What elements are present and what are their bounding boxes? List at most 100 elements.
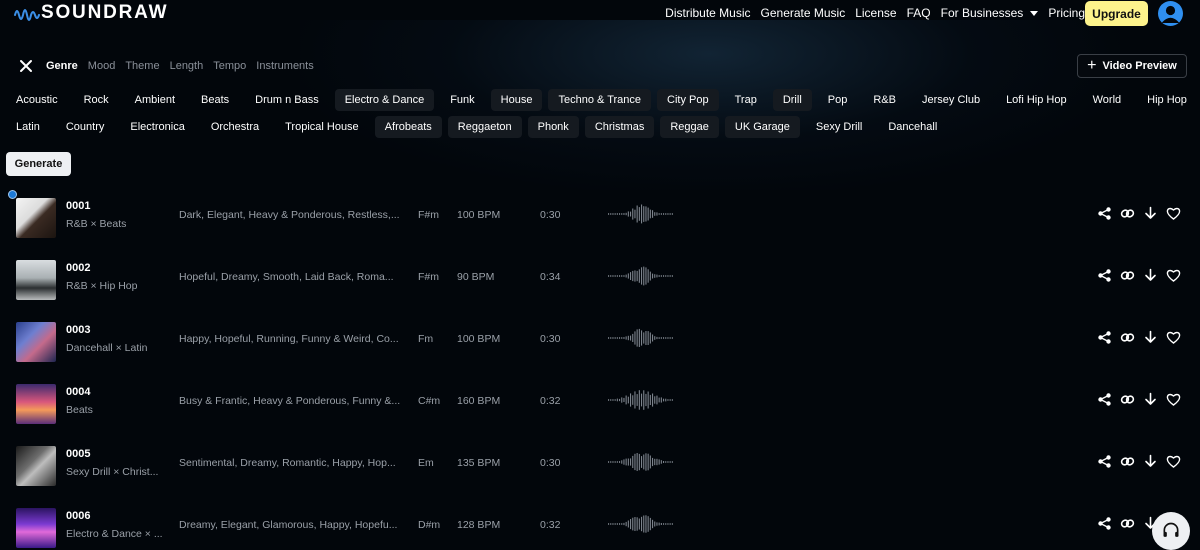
share-icon[interactable]: [1096, 391, 1113, 408]
link-icon[interactable]: [1119, 515, 1136, 532]
genre-chip[interactable]: Country: [56, 116, 115, 138]
genre-chip[interactable]: Sexy Drill: [806, 116, 872, 138]
genre-chip[interactable]: Rock: [74, 89, 119, 111]
genre-chip[interactable]: Reggae: [660, 116, 719, 138]
download-icon[interactable]: [1142, 205, 1159, 222]
track-waveform[interactable]: [607, 451, 677, 473]
track-waveform[interactable]: [607, 513, 677, 535]
video-preview-button[interactable]: + Video Preview: [1077, 54, 1187, 78]
genre-chip[interactable]: Acoustic: [6, 89, 68, 111]
genre-chip-row-2: Latin Country Electronica Orchestra Tropical…: [6, 116, 947, 138]
track-number[interactable]: 0005: [66, 448, 90, 460]
track-artwork[interactable]: [16, 260, 56, 300]
genre-chip[interactable]: UK Garage: [724, 116, 800, 138]
genre-chip[interactable]: Lofi Hip Hop: [996, 89, 1077, 111]
download-icon[interactable]: [1142, 453, 1159, 470]
tab-theme[interactable]: Theme: [125, 60, 159, 72]
genre-chip[interactable]: Trap: [725, 89, 767, 111]
genre-chip[interactable]: Dancehall: [878, 116, 947, 138]
link-icon[interactable]: [1119, 391, 1136, 408]
genre-chip[interactable]: Drum n Bass: [245, 89, 329, 111]
genre-chip[interactable]: Christmas: [584, 116, 655, 138]
track-row[interactable]: 0006 Electro & Dance × ... Dreamy, Elega…: [0, 508, 1200, 550]
heart-icon[interactable]: [1165, 329, 1182, 346]
link-icon[interactable]: [1119, 453, 1136, 470]
genre-chip[interactable]: Pop: [818, 89, 858, 111]
track-artwork[interactable]: [16, 198, 56, 238]
link-icon[interactable]: [1119, 329, 1136, 346]
track-artwork[interactable]: [16, 508, 56, 548]
track-row[interactable]: 0003 Dancehall × Latin Happy, Hopeful, R…: [0, 322, 1200, 384]
track-number[interactable]: 0006: [66, 510, 90, 522]
tab-mood[interactable]: Mood: [88, 60, 116, 72]
tab-instruments[interactable]: Instruments: [256, 60, 313, 72]
track-artwork[interactable]: [16, 322, 56, 362]
track-waveform[interactable]: [607, 327, 677, 349]
track-bpm: 100 BPM: [457, 333, 501, 345]
genre-chip[interactable]: City Pop: [657, 89, 719, 111]
track-row[interactable]: 0004 Beats Busy & Frantic, Heavy & Ponde…: [0, 384, 1200, 446]
genre-chip[interactable]: Beats: [191, 89, 239, 111]
genre-chip[interactable]: Techno & Trance: [548, 89, 652, 111]
track-genre: R&B × Hip Hop: [66, 280, 138, 292]
generate-button[interactable]: Generate: [6, 152, 71, 176]
nav-for-businesses[interactable]: For Businesses: [941, 6, 1039, 20]
genre-chip[interactable]: Funk: [440, 89, 484, 111]
genre-chip[interactable]: Afrobeats: [374, 116, 442, 138]
genre-chip[interactable]: Ambient: [125, 89, 185, 111]
close-icon[interactable]: [19, 59, 33, 73]
heart-icon[interactable]: [1165, 391, 1182, 408]
tab-length[interactable]: Length: [170, 60, 204, 72]
download-icon[interactable]: [1142, 329, 1159, 346]
track-number[interactable]: 0002: [66, 262, 90, 274]
tab-tempo[interactable]: Tempo: [213, 60, 246, 72]
track-artwork[interactable]: [16, 384, 56, 424]
download-icon[interactable]: [1142, 267, 1159, 284]
track-row[interactable]: 0002 R&B × Hip Hop Hopeful, Dreamy, Smoo…: [0, 260, 1200, 322]
heart-icon[interactable]: [1165, 267, 1182, 284]
track-waveform[interactable]: [607, 389, 677, 411]
track-number[interactable]: 0004: [66, 386, 90, 398]
track-number[interactable]: 0003: [66, 324, 90, 336]
share-icon[interactable]: [1096, 453, 1113, 470]
nav-license[interactable]: License: [855, 6, 896, 20]
track-number[interactable]: 0001: [66, 200, 90, 212]
genre-chip[interactable]: Orchestra: [201, 116, 269, 138]
genre-chip[interactable]: Electronica: [120, 116, 194, 138]
share-icon[interactable]: [1096, 267, 1113, 284]
nav-distribute-music[interactable]: Distribute Music: [665, 6, 750, 20]
upgrade-button[interactable]: Upgrade: [1085, 1, 1148, 26]
genre-chip[interactable]: World: [1083, 89, 1132, 111]
nav-generate-music[interactable]: Generate Music: [761, 6, 846, 20]
genre-chip[interactable]: Hip Hop: [1137, 89, 1197, 111]
genre-chip[interactable]: Reggaeton: [447, 116, 522, 138]
nav-pricing[interactable]: Pricing: [1048, 6, 1085, 20]
track-row[interactable]: 0005 Sexy Drill × Christ... Sentimental,…: [0, 446, 1200, 508]
genre-chip[interactable]: Tropical House: [275, 116, 369, 138]
genre-chip[interactable]: R&B: [863, 89, 906, 111]
genre-chip[interactable]: Jersey Club: [912, 89, 990, 111]
heart-icon[interactable]: [1165, 453, 1182, 470]
share-icon[interactable]: [1096, 205, 1113, 222]
share-icon[interactable]: [1096, 515, 1113, 532]
genre-chip[interactable]: House: [490, 89, 543, 111]
genre-chip[interactable]: Electro & Dance: [334, 89, 435, 111]
user-avatar-icon[interactable]: [1158, 1, 1183, 26]
link-icon[interactable]: [1119, 205, 1136, 222]
tab-genre[interactable]: Genre: [46, 60, 78, 72]
share-icon[interactable]: [1096, 329, 1113, 346]
track-moods: Dark, Elegant, Heavy & Ponderous, Restle…: [179, 209, 400, 221]
link-icon[interactable]: [1119, 267, 1136, 284]
genre-chip[interactable]: Phonk: [527, 116, 579, 138]
track-waveform[interactable]: [607, 265, 677, 287]
logo[interactable]: SOUNDRAW: [14, 2, 168, 24]
genre-chip[interactable]: Drill: [772, 89, 812, 111]
track-artwork[interactable]: [16, 446, 56, 486]
track-waveform[interactable]: [607, 203, 677, 225]
track-row[interactable]: 0001 R&B × Beats Dark, Elegant, Heavy & …: [0, 198, 1200, 260]
nav-faq[interactable]: FAQ: [907, 6, 931, 20]
download-icon[interactable]: [1142, 391, 1159, 408]
support-button[interactable]: [1152, 512, 1190, 550]
heart-icon[interactable]: [1165, 205, 1182, 222]
genre-chip[interactable]: Latin: [6, 116, 50, 138]
